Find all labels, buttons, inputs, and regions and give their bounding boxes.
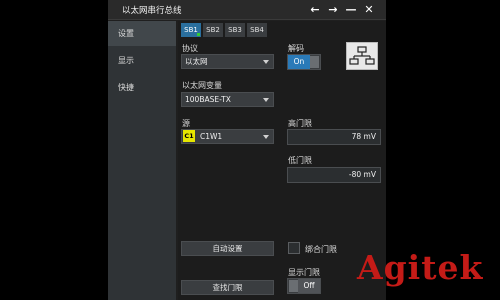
agitek-watermark-logo: Agitek: [357, 248, 484, 287]
chevron-down-icon: [263, 98, 269, 102]
low-threshold-label: 低门限: [288, 156, 312, 165]
variant-select[interactable]: 100BASE-TX: [181, 92, 274, 107]
nav-item-settings[interactable]: 设置: [108, 21, 176, 46]
title-bar: 以太网串行总线 ← → — ✕: [108, 0, 386, 20]
source-select[interactable]: C1 C1W1: [181, 129, 274, 144]
auto-setup-button[interactable]: 自动设置: [181, 241, 274, 256]
bind-thresholds-label: 绑合门限: [305, 245, 337, 254]
protocol-label: 协议: [182, 44, 198, 53]
tab-sb3[interactable]: SB3: [225, 23, 245, 37]
active-indicator-icon: [197, 33, 200, 36]
protocol-value: 以太网: [185, 57, 208, 66]
tab-sb2[interactable]: SB2: [203, 23, 223, 37]
show-threshold-toggle[interactable]: Off: [287, 278, 321, 294]
channel-badge: C1: [183, 130, 195, 142]
window-title: 以太网串行总线: [122, 6, 182, 16]
back-arrow-icon[interactable]: ←: [308, 2, 322, 17]
ethernet-serial-bus-window: 以太网串行总线 ← → — ✕ 设置 显示 快捷 SB1 SB2 SB3 SB4…: [108, 0, 386, 300]
tab-label: SB1: [184, 26, 198, 34]
nav-item-display[interactable]: 显示: [108, 48, 176, 73]
left-nav: 设置 显示 快捷: [108, 21, 176, 300]
variant-value: 100BASE-TX: [185, 95, 231, 104]
protocol-select[interactable]: 以太网: [181, 54, 274, 69]
tab-sb4[interactable]: SB4: [247, 23, 267, 37]
forward-arrow-icon[interactable]: →: [326, 2, 340, 17]
decode-state: On: [288, 55, 310, 69]
high-threshold-field[interactable]: 78 mV: [287, 129, 381, 145]
low-threshold-field[interactable]: -80 mV: [287, 167, 381, 183]
show-threshold-label: 显示门限: [288, 268, 320, 277]
chevron-down-icon: [263, 135, 269, 139]
minimize-icon[interactable]: —: [344, 2, 358, 17]
source-label: 源: [182, 119, 190, 128]
chevron-down-icon: [263, 60, 269, 64]
bind-thresholds-checkbox[interactable]: [288, 242, 300, 254]
settings-panel: SB1 SB2 SB3 SB4 协议 以太网 解码 On 以太网变量 100BA…: [178, 21, 386, 300]
nav-item-shortcut[interactable]: 快捷: [108, 75, 176, 100]
variant-label: 以太网变量: [182, 81, 222, 90]
tab-sb1[interactable]: SB1: [181, 23, 201, 37]
toggle-knob: [289, 280, 298, 292]
network-icon: [346, 42, 378, 70]
find-threshold-button[interactable]: 查找门限: [181, 280, 274, 295]
decode-label: 解码: [288, 44, 304, 53]
source-value: C1W1: [200, 132, 223, 141]
close-icon[interactable]: ✕: [362, 2, 376, 17]
toggle-knob: [310, 56, 319, 68]
show-threshold-state: Off: [298, 279, 320, 293]
high-threshold-label: 高门限: [288, 119, 312, 128]
decode-toggle[interactable]: On: [287, 54, 321, 70]
